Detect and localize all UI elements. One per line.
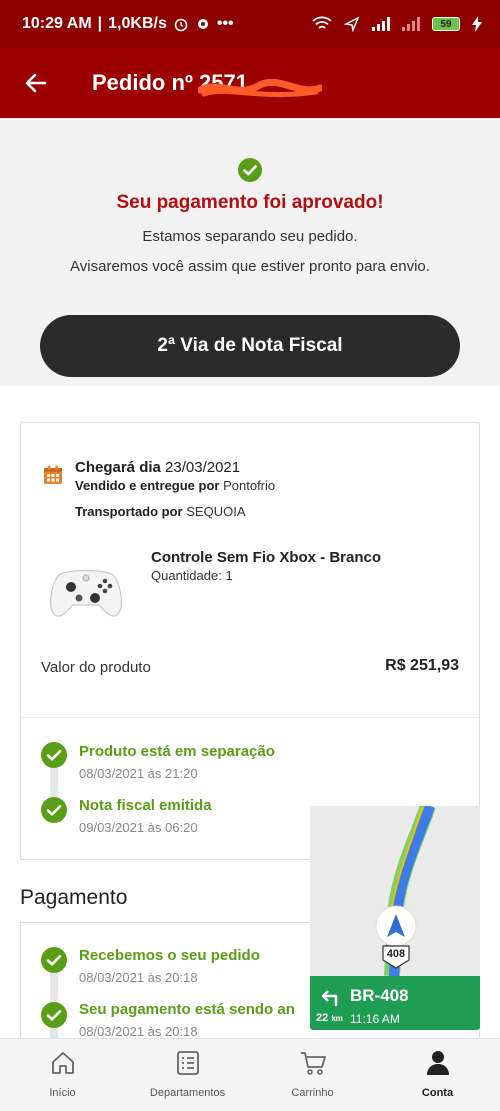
payment-step-title: Seu pagamento está sendo an: [79, 1001, 295, 1018]
status-bar: 10:29 AM | 1,0KB/s ••• 59: [0, 0, 500, 48]
signal-icon: [372, 17, 390, 31]
approval-message: Estamos separando seu pedido.: [142, 228, 358, 245]
check-circle-icon: [41, 742, 67, 768]
settings-icon: [197, 19, 208, 29]
calendar-icon: [44, 465, 62, 484]
app-header: Pedido nº 2571: [0, 48, 500, 118]
nav-item-conta[interactable]: Conta: [375, 1039, 500, 1111]
status-time: 10:29 AM: [22, 15, 92, 32]
arrow-left-icon: [25, 73, 47, 93]
product-value: R$ 251,93: [385, 657, 459, 674]
check-circle-icon: [41, 1002, 67, 1028]
tracking-step-title: Nota fiscal emitida: [79, 797, 212, 814]
nav-item-inicio[interactable]: Início: [0, 1039, 125, 1111]
redaction-scribble: [198, 78, 322, 98]
product-image[interactable]: [49, 565, 123, 621]
check-circle-icon: [41, 947, 67, 973]
home-icon: [51, 1052, 74, 1074]
page-title: Pedido nº 2571: [92, 70, 322, 98]
list-icon: [176, 1051, 199, 1075]
payment-step-date: 08/03/2021 às 20:18: [79, 970, 198, 985]
invoice-copy-button[interactable]: 2ª Via de Nota Fiscal: [40, 315, 460, 377]
tracking-step-date: 09/03/2021 às 06:20: [79, 820, 198, 835]
approval-headline: Seu pagamento foi aprovado!: [116, 192, 384, 213]
check-circle-icon: [238, 158, 262, 182]
nav-item-departamentos[interactable]: Departamentos: [125, 1039, 250, 1111]
more-icon: •••: [216, 15, 234, 32]
tracking-step-date: 08/03/2021 às 21:20: [79, 766, 198, 781]
check-circle-icon: [41, 797, 67, 823]
product-quantity: Quantidade: 1: [151, 568, 233, 583]
bottom-navigation: Início Departamentos Carrinho Conta: [0, 1038, 500, 1111]
road-name: BR-408: [350, 986, 409, 1005]
turn-left-icon: [321, 990, 338, 1006]
status-speed: 1,0KB/s: [108, 15, 167, 32]
delivery-card: Chegará dia 23/03/2021 Vendido e entregu…: [20, 422, 480, 860]
wifi-icon: [312, 16, 332, 29]
payment-title: Pagamento: [20, 886, 128, 909]
charging-icon: [472, 16, 482, 32]
payment-step-title: Recebemos o seu pedido: [79, 947, 260, 964]
seller-info: Vendido e entregue por Pontofrio: [75, 478, 276, 493]
battery-icon: 59: [432, 17, 460, 31]
navigation-map-overlay[interactable]: 408 BR-408 22 km 11:16 AM: [310, 806, 480, 1030]
arrival-date: Chegará dia 23/03/2021: [75, 459, 241, 476]
location-icon: [344, 16, 360, 32]
signal-2-icon: [402, 17, 420, 31]
nav-item-carrinho[interactable]: Carrinho: [250, 1039, 375, 1111]
carrier-info: Transportado por SEQUOIA: [75, 504, 246, 519]
alarm-icon: [174, 18, 188, 32]
approval-notice: Avisaremos você assim que estiver pronto…: [70, 258, 430, 275]
navigation-instruction: BR-408 22 km 11:16 AM: [310, 976, 480, 1030]
arrival-time: 11:16 AM: [350, 1012, 400, 1026]
road-shield: 408: [386, 948, 406, 960]
tracking-step-title: Produto está em separação: [79, 743, 275, 760]
divider: [21, 717, 479, 718]
product-name[interactable]: Controle Sem Fio Xbox - Branco: [151, 549, 381, 566]
back-button[interactable]: [0, 71, 72, 95]
approval-section: Seu pagamento foi aprovado! Estamos sepa…: [0, 118, 500, 386]
cart-icon: [300, 1052, 326, 1075]
user-icon: [426, 1051, 449, 1075]
product-value-label: Valor do produto: [41, 659, 151, 676]
payment-step-date: 08/03/2021 às 20:18: [79, 1024, 198, 1039]
distance: 22 km: [316, 1012, 343, 1024]
